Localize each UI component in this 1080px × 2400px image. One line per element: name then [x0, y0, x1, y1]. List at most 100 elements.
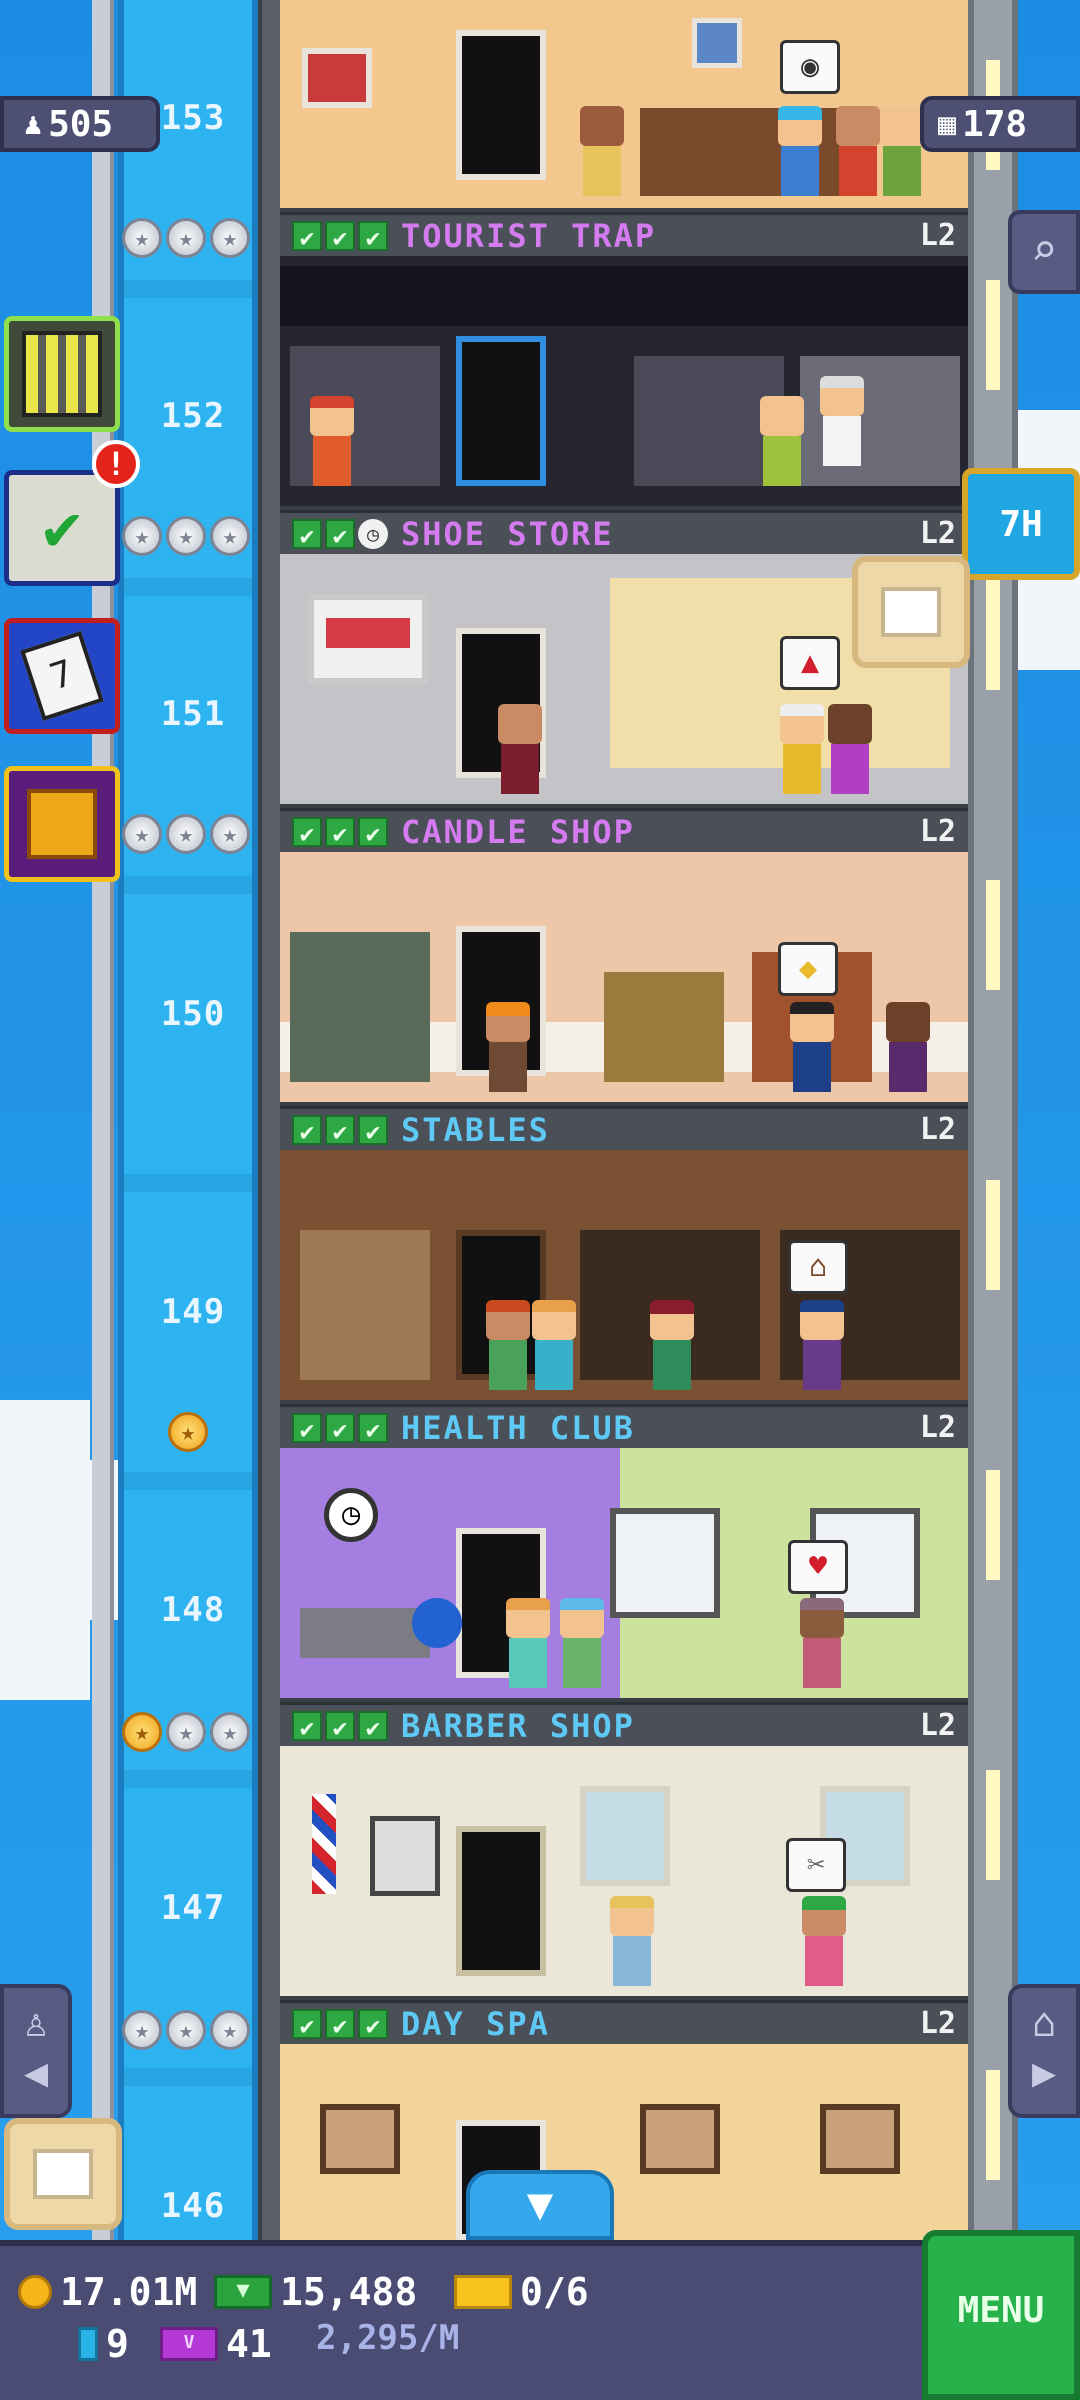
floor-level: L2 — [919, 1708, 956, 1743]
floor-tourist-trap[interactable]: ◉ — [280, 0, 968, 212]
tower-visitor[interactable] — [486, 1002, 530, 1092]
delivery-crate-button[interactable] — [852, 556, 970, 668]
speech-bubble[interactable]: ♥ — [788, 1540, 848, 1594]
bux-cash-stat[interactable]: ▼ 15,488 — [214, 2270, 417, 2314]
star-icon: ★ — [166, 814, 206, 854]
elevator-nav-button[interactable]: ♙ ◀ — [0, 1984, 72, 2118]
floor-door — [456, 30, 546, 180]
floor-banner[interactable]: ✔ ✔ ✔ DAY SPA L2 — [280, 2000, 968, 2044]
timer-button[interactable]: 7H — [962, 468, 1080, 580]
tower-visitor[interactable] — [836, 106, 880, 196]
floor-banner[interactable]: ✔ ✔ ✔ STABLES L2 — [280, 1106, 968, 1150]
tower-visitor[interactable] — [828, 704, 872, 794]
ticket-stat[interactable]: 0/6 — [454, 2270, 589, 2314]
floor-name: CANDLE SHOP — [401, 812, 635, 851]
floor-level: L2 — [919, 516, 956, 551]
tower-visitor[interactable] — [310, 396, 354, 486]
coin-icon — [18, 2275, 52, 2309]
star-icon: ★ — [166, 516, 206, 556]
scroll-down-button[interactable]: ▼ — [466, 2170, 614, 2240]
floor-door — [456, 336, 546, 486]
tower-visitor[interactable] — [886, 1002, 930, 1092]
tower-visitor[interactable] — [486, 1300, 530, 1390]
tower-visitor[interactable] — [506, 1598, 550, 1688]
check-icon: ✔ — [292, 1710, 322, 1742]
tower-visitor[interactable] — [760, 396, 804, 486]
tower-visitor[interactable] — [880, 106, 924, 196]
checklist-icon: ✔ — [42, 491, 82, 565]
check-icon: ✔ — [358, 220, 388, 252]
tower-bux-stat[interactable]: 9 — [78, 2322, 129, 2366]
floor-health-club[interactable]: ⌂ — [280, 1150, 968, 1404]
star-rating: ★ ★ ★ — [122, 218, 262, 258]
floor-level: L2 — [919, 1410, 956, 1445]
speech-bubble[interactable]: ◆ — [778, 942, 838, 996]
timer-label: 7H — [999, 503, 1043, 545]
calendar-button[interactable]: 7 — [4, 618, 120, 734]
home-nav-button[interactable]: ⌂ ▶ — [1008, 1984, 1080, 2118]
floor-banner[interactable]: ✔ ✔ ◷ SHOE STORE L2 — [280, 510, 968, 554]
menu-button[interactable]: MENU — [922, 2230, 1080, 2400]
floor-stables[interactable]: ◆ — [280, 852, 968, 1106]
tower-visitor[interactable] — [498, 704, 542, 794]
clock-icon: ◷ — [358, 518, 388, 549]
floor-level: L2 — [919, 814, 956, 849]
tower-visitor[interactable] — [532, 1300, 576, 1390]
tower-visitor[interactable] — [780, 704, 824, 794]
picture-frame — [302, 48, 372, 108]
floor-name: TOURIST TRAP — [401, 216, 657, 255]
tower-visitor[interactable] — [790, 1002, 834, 1092]
check-icon: ✔ — [292, 2008, 322, 2040]
picture-frame — [640, 2104, 720, 2174]
tower-visitor[interactable] — [560, 1598, 604, 1688]
poster — [370, 1816, 440, 1896]
floor-partial-bottom[interactable] — [280, 2044, 968, 2240]
star-icon: ★ — [210, 516, 250, 556]
speech-bubble[interactable]: ◉ — [780, 40, 840, 94]
gym-window — [610, 1508, 720, 1618]
candle-display — [604, 972, 724, 1082]
search-button[interactable]: ⌕ — [1008, 210, 1080, 294]
floor-count-badge[interactable]: ▦ 178 — [920, 96, 1080, 152]
population-badge[interactable]: ♟ 505 — [0, 96, 160, 152]
coin-stat[interactable]: 17.01M — [18, 2270, 197, 2314]
check-icon: ✔ — [292, 816, 322, 848]
floor-banner[interactable]: ✔ ✔ ✔ BARBER SHOP L2 — [280, 1702, 968, 1746]
tower-visitor[interactable] — [802, 1896, 846, 1986]
tower-visitor[interactable] — [778, 106, 822, 196]
build-floor-button[interactable] — [4, 316, 120, 432]
tower-bux-amount: 9 — [106, 2322, 129, 2366]
floor-barber-shop[interactable]: ◷ ♥ — [280, 1448, 968, 1702]
gift-button[interactable] — [4, 766, 120, 882]
tower-visitor[interactable] — [580, 106, 624, 196]
storage-crate-button[interactable] — [4, 2118, 122, 2230]
barber-pole — [312, 1794, 336, 1894]
vip-stat[interactable]: V 41 — [160, 2322, 272, 2366]
display-wall — [280, 266, 968, 326]
floor-banner[interactable]: ✔ ✔ ✔ HEALTH CLUB L2 — [280, 1404, 968, 1448]
tower-visitor[interactable] — [800, 1598, 844, 1688]
floor-count: 178 — [962, 103, 1028, 145]
tower-visitor[interactable] — [820, 376, 864, 466]
floor-banner[interactable]: ✔ ✔ ✔ TOURIST TRAP L2 — [280, 212, 968, 256]
chevron-left-icon: ◀ — [23, 2050, 49, 2096]
tower-visitor[interactable] — [800, 1300, 844, 1390]
speech-bubble[interactable]: ▲ — [780, 636, 840, 690]
check-icon: ✔ — [325, 1710, 355, 1742]
floor-number: 151 — [160, 694, 226, 734]
speech-bubble[interactable]: ⌂ — [788, 1240, 848, 1294]
floor-name: STABLES — [401, 1110, 550, 1149]
floor-name: BARBER SHOP — [401, 1706, 635, 1745]
check-icon: ✔ — [325, 518, 355, 550]
star-icon: ★ — [166, 1712, 206, 1752]
floor-day-spa[interactable]: ✂ — [280, 1746, 968, 2000]
floor-shoe-store[interactable] — [280, 256, 968, 510]
missions-button[interactable]: ✔ — [4, 470, 120, 586]
floor-name: DAY SPA — [401, 2004, 550, 2043]
check-icon: ✔ — [292, 518, 322, 550]
speech-bubble[interactable]: ✂ — [786, 1838, 846, 1892]
floor-banner[interactable]: ✔ ✔ ✔ CANDLE SHOP L2 — [280, 808, 968, 852]
tower-visitor[interactable] — [650, 1300, 694, 1390]
tower-visitor[interactable] — [610, 1896, 654, 1986]
check-icon: ✔ — [292, 1412, 322, 1444]
